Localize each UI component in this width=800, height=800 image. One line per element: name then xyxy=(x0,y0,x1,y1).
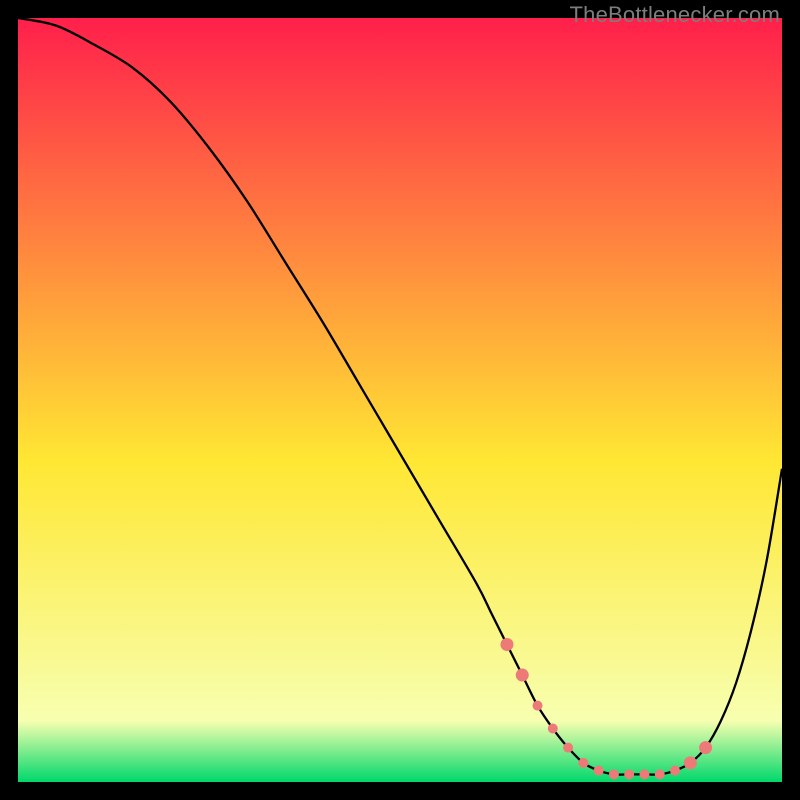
highlight-dot xyxy=(639,769,649,779)
highlight-dot xyxy=(655,769,665,779)
highlight-dot xyxy=(516,669,529,682)
highlight-dot xyxy=(500,638,513,651)
highlight-dot xyxy=(578,758,588,768)
highlight-dot xyxy=(699,741,712,754)
bottleneck-chart xyxy=(18,18,782,782)
highlight-dot xyxy=(548,724,558,734)
highlight-dot xyxy=(563,743,573,753)
highlight-dot xyxy=(594,766,604,776)
highlight-dot xyxy=(609,769,619,779)
attribution-text: TheBottlenecker.com xyxy=(570,2,780,28)
gradient-background xyxy=(18,18,782,782)
highlight-dot xyxy=(533,701,543,711)
highlight-dot xyxy=(684,756,697,769)
highlight-dot xyxy=(624,769,634,779)
highlight-dot xyxy=(670,766,680,776)
